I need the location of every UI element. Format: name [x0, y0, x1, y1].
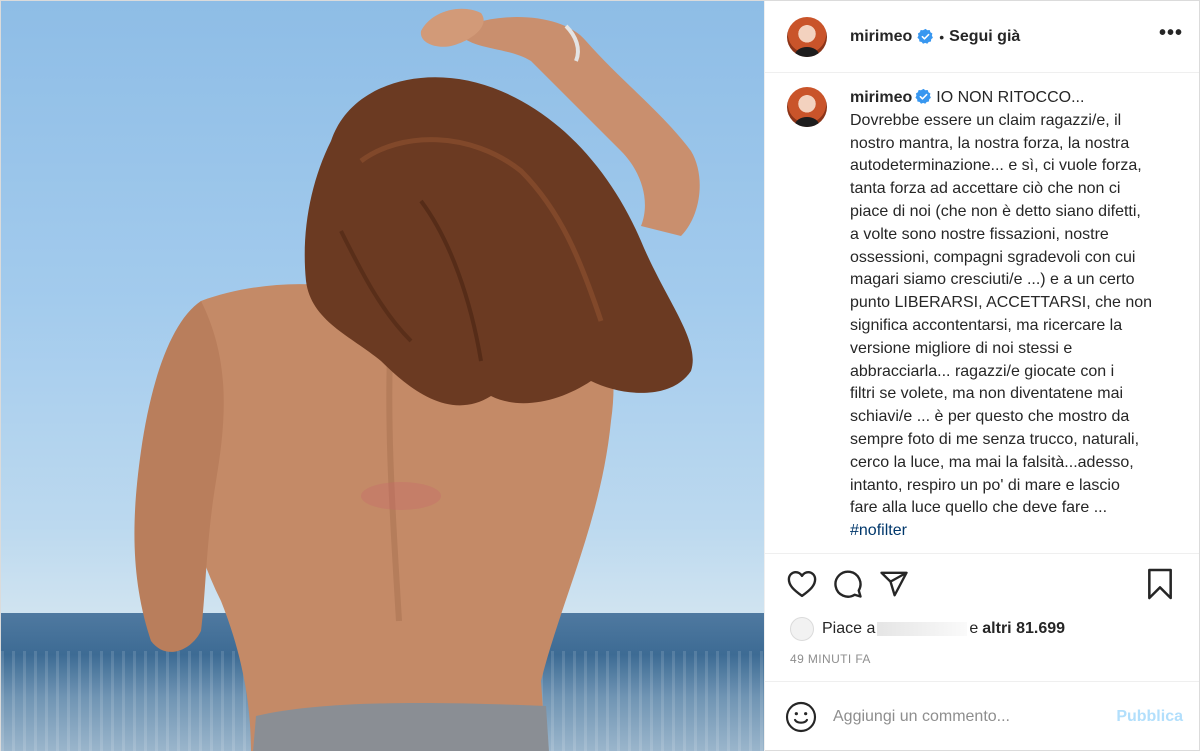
caption-text-line: intanto, respiro un po' di mare e lascio: [850, 476, 1120, 494]
heart-icon: [787, 570, 817, 598]
bookmark-icon: [1148, 568, 1172, 600]
caption-text-line: punto LIBERARSI, ACCETTARSI, che non: [850, 294, 1153, 312]
post-header: mirimeo • Segui già •••: [765, 1, 1199, 73]
caption-text-line: fare alla luce quello che deve fare ...: [850, 499, 1108, 517]
likes-summary[interactable]: Piace a e altri 81.699: [765, 614, 1199, 644]
comments-area[interactable]: mirimeo IO NON RITOCCO... Dovrebbe essere…: [765, 73, 1199, 554]
caption-text-line: magari siamo cresciuti/e ...) e a un cer…: [850, 271, 1135, 289]
caption-text-line: piace di noi (che non è detto siano dife…: [850, 202, 1141, 220]
caption-text-line: sempre foto di me senza trucco, naturali…: [850, 430, 1140, 448]
verified-badge-icon: [915, 88, 932, 104]
caption-text-line: Dovrebbe essere un claim ragazzi/e, il: [850, 111, 1122, 129]
caption-text-line: cerco la luce, ma mai la falsità...adess…: [850, 453, 1134, 471]
caption-text-line: IO NON RITOCCO...: [936, 89, 1085, 106]
likes-count[interactable]: altri 81.699: [982, 620, 1065, 638]
caption-text-line: abbracciarla... ragazzi/e giocate con i: [850, 362, 1115, 380]
instagram-post: mirimeo • Segui già ••• mirimeo IO NON RI…: [0, 0, 1200, 751]
caption-text-line: autodeterminazione... e sì, ci vuole for…: [850, 157, 1142, 175]
caption-text-line: filtri se volete, ma non diventatene mai: [850, 385, 1124, 403]
likes-conjunction: e: [969, 620, 979, 637]
post-side-panel: mirimeo • Segui già ••• mirimeo IO NON RI…: [764, 1, 1199, 751]
comment-input[interactable]: [833, 708, 1117, 726]
comment-composer: Pubblica: [765, 682, 1199, 751]
woman-back-illustration: [134, 8, 700, 751]
liker-name-redacted: [877, 622, 968, 636]
post-caption: mirimeo IO NON RITOCCO... Dovrebbe essere…: [850, 87, 1170, 553]
share-button[interactable]: [877, 567, 911, 601]
liker-avatar: [790, 617, 814, 641]
caption-text-line: a volte sono nostre fissazioni, nostre: [850, 225, 1109, 243]
like-button[interactable]: [785, 567, 819, 601]
likes-prefix: Piace a: [822, 620, 876, 637]
caption-text-line: tanta forza ad accettare ciò che non ci: [850, 180, 1121, 198]
emoji-icon[interactable]: [785, 701, 817, 733]
caption-username[interactable]: mirimeo: [850, 89, 912, 106]
caption-text-line: ossessioni, compagni sgradevoli con cui: [850, 248, 1136, 266]
caption-text-line: schiavi/e ... è per questo che mostro da: [850, 408, 1130, 426]
post-photo[interactable]: [1, 1, 764, 751]
post-timestamp[interactable]: 49 MINUTI FA: [765, 644, 1199, 682]
caption-text-line: significa accontentarsi, ma ricercare la: [850, 316, 1123, 334]
save-button[interactable]: [1143, 567, 1177, 601]
comment-bubble-icon: [834, 570, 862, 598]
more-options-icon[interactable]: •••: [1159, 23, 1183, 51]
caption-text-line: versione migliore di noi stessi e: [850, 339, 1073, 357]
author-username[interactable]: mirimeo: [850, 28, 912, 46]
caption-first-line: mirimeo IO NON RITOCCO...: [850, 87, 1170, 110]
following-button[interactable]: Segui già: [949, 28, 1020, 46]
hashtag-link[interactable]: #nofilter: [850, 520, 907, 543]
caption-text-line: nostro mantra, la nostra forza, la nostr…: [850, 134, 1130, 152]
comment-button[interactable]: [831, 567, 865, 601]
caption-author-avatar[interactable]: [787, 87, 827, 127]
paper-plane-icon: [880, 571, 908, 597]
action-bar: [765, 554, 1199, 614]
verified-badge-icon: [917, 28, 934, 44]
author-avatar[interactable]: [787, 16, 827, 57]
header-separator: •: [939, 28, 945, 45]
publish-button[interactable]: Pubblica: [1116, 708, 1183, 726]
